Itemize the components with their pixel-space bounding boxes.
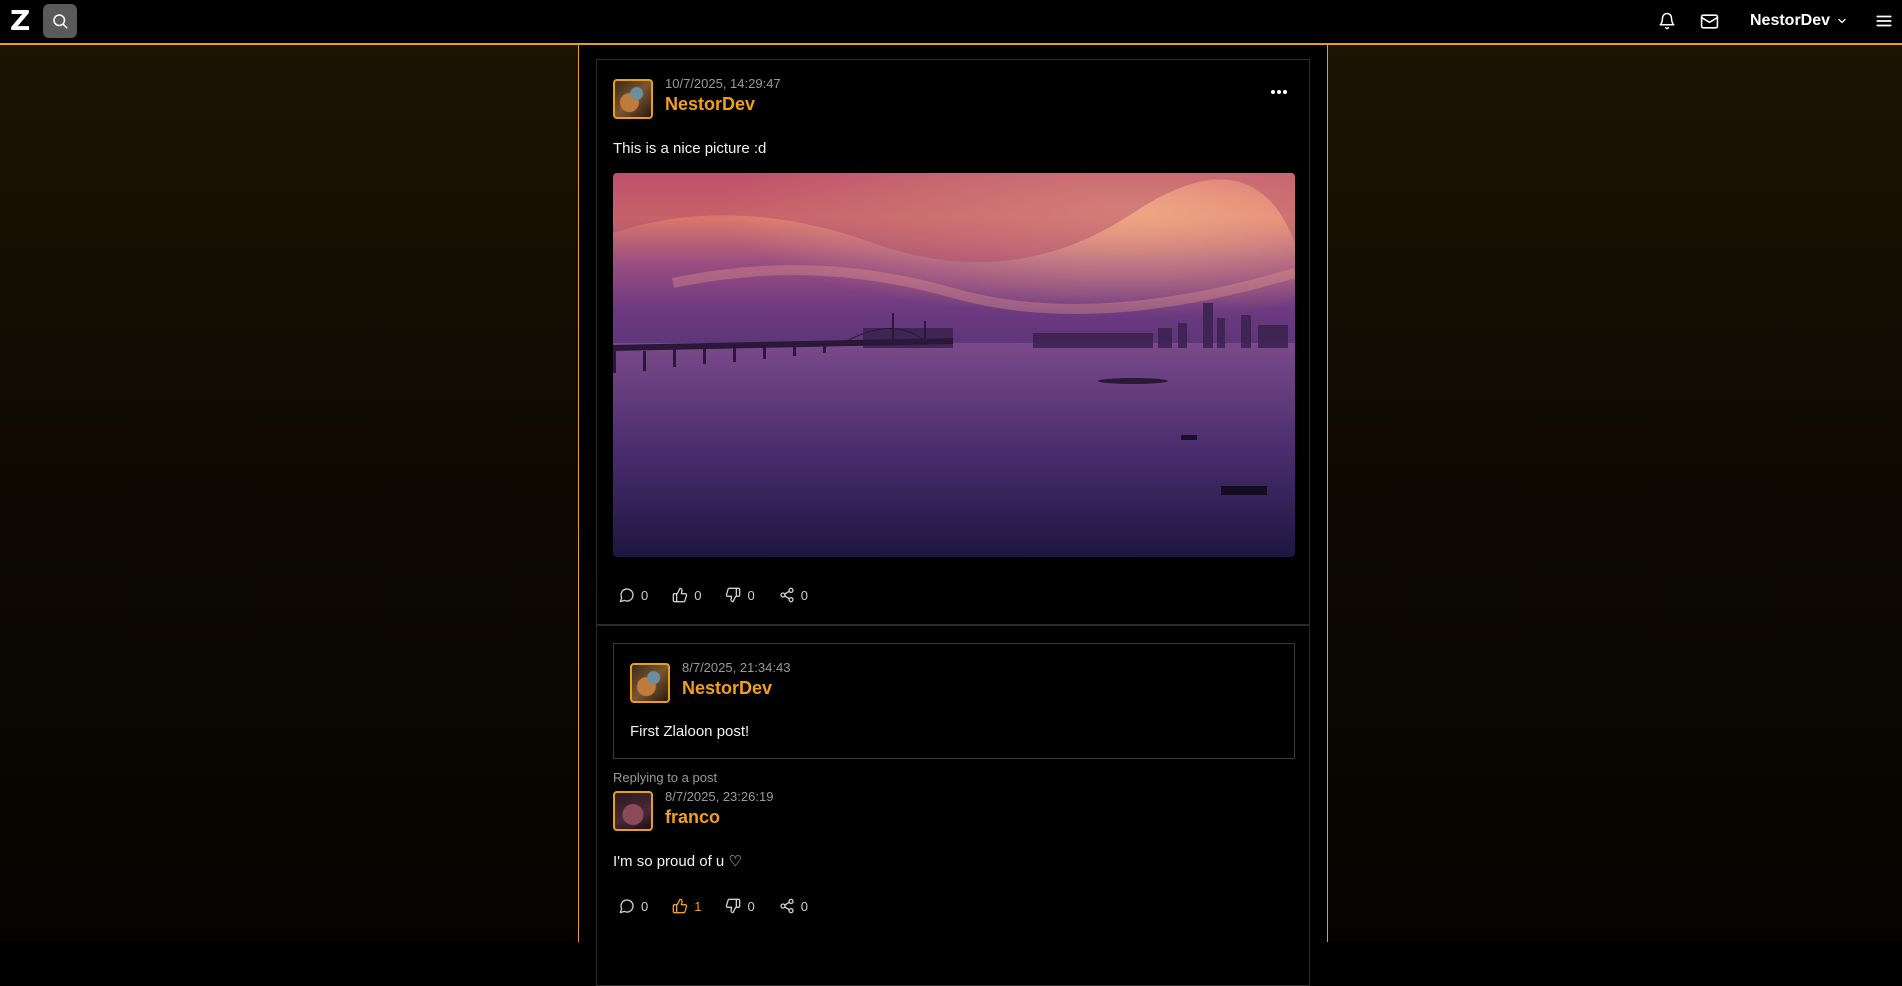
quoted-post-author[interactable]: NestorDev	[682, 678, 772, 699]
post-timestamp: 8/7/2025, 23:26:19	[665, 789, 774, 804]
quoted-post-timestamp: 8/7/2025, 21:34:43	[682, 660, 791, 675]
comment-icon	[619, 899, 634, 914]
comment-button[interactable]: 0	[619, 585, 648, 605]
dislike-button[interactable]: 0	[725, 585, 755, 605]
bell-icon	[1659, 12, 1675, 30]
avatar[interactable]	[630, 663, 670, 703]
replying-label: Replying to a post	[613, 770, 718, 785]
more-horizontal-icon	[1271, 90, 1287, 94]
post-author[interactable]: franco	[665, 807, 720, 828]
thumbs-up-icon	[672, 898, 688, 914]
comment-count: 0	[641, 898, 649, 914]
post-actions: 0 0 0 0	[619, 585, 832, 605]
mail-icon	[1700, 13, 1718, 29]
share-icon	[780, 587, 794, 603]
post-text: I'm so proud of u ♡	[613, 853, 742, 870]
messages-button[interactable]	[1698, 10, 1720, 32]
top-navbar: Z NestorDev	[0, 0, 1902, 45]
thumbs-down-icon	[726, 898, 741, 914]
comment-count: 0	[641, 587, 649, 603]
quoted-post-text: First Zlaloon post!	[630, 723, 750, 740]
post-options-button[interactable]	[1267, 80, 1291, 104]
share-button[interactable]: 0	[779, 896, 808, 916]
notifications-button[interactable]	[1656, 10, 1678, 32]
hamburger-menu-icon	[1876, 15, 1892, 27]
post-actions: 0 1 0 0	[619, 896, 832, 916]
like-count: 1	[694, 898, 702, 914]
comment-button[interactable]: 0	[619, 896, 648, 916]
avatar[interactable]	[613, 791, 653, 831]
like-button[interactable]: 1	[672, 896, 701, 916]
post-author[interactable]: NestorDev	[665, 94, 755, 115]
dislike-count: 0	[747, 587, 755, 603]
comment-icon	[619, 588, 634, 603]
feed-column: 10/7/2025, 14:29:47 NestorDev This is a …	[578, 45, 1328, 986]
post-timestamp: 10/7/2025, 14:29:47	[665, 76, 781, 91]
search-button[interactable]	[43, 4, 77, 38]
share-count: 0	[800, 587, 808, 603]
post-card[interactable]: 10/7/2025, 14:29:47 NestorDev This is a …	[596, 59, 1310, 625]
thumbs-down-icon	[726, 587, 741, 603]
post-text: This is a nice picture :d	[613, 140, 767, 157]
user-menu-button[interactable]: NestorDev	[1750, 10, 1848, 32]
dislike-button[interactable]: 0	[725, 896, 755, 916]
dislike-count: 0	[747, 898, 755, 914]
thumbs-up-icon	[672, 587, 688, 603]
user-menu-name: NestorDev	[1750, 12, 1831, 29]
main-menu-button[interactable]	[1873, 10, 1895, 32]
like-button[interactable]: 0	[672, 585, 701, 605]
share-count: 0	[800, 898, 808, 914]
share-button[interactable]: 0	[779, 585, 808, 605]
avatar[interactable]	[613, 79, 653, 119]
app-logo[interactable]: Z	[10, 7, 30, 35]
share-icon	[780, 898, 794, 914]
like-count: 0	[694, 587, 702, 603]
quoted-post[interactable]: 8/7/2025, 21:34:43 NestorDev First Zlalo…	[613, 643, 1295, 759]
search-icon	[53, 14, 68, 29]
post-image[interactable]	[613, 173, 1295, 557]
chevron-down-icon	[1838, 18, 1846, 24]
post-card[interactable]: 8/7/2025, 21:34:43 NestorDev First Zlalo…	[596, 625, 1310, 986]
